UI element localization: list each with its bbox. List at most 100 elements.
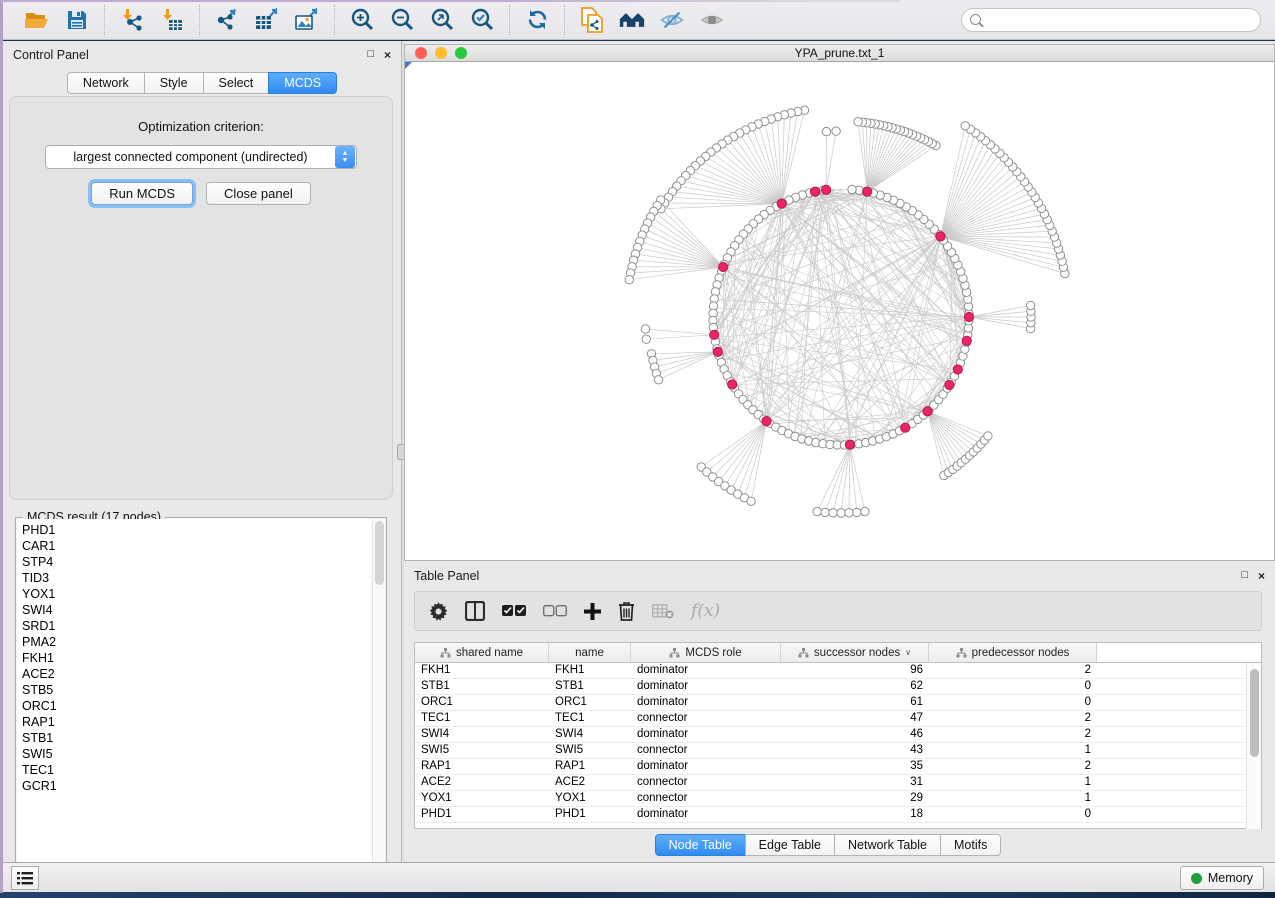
tab-node-table[interactable]: Node Table (655, 834, 746, 856)
table-cell-predecessors[interactable]: 2 (929, 711, 1097, 726)
import-table-icon[interactable] (159, 7, 185, 33)
close-panel-button[interactable]: Close panel (206, 182, 311, 205)
table-cell-shared_name[interactable]: YOX1 (415, 791, 549, 806)
tab-edge-table[interactable]: Edge Table (745, 834, 835, 856)
mcds-result-item[interactable]: SWI4 (22, 602, 372, 618)
table-cell-successors[interactable]: 96 (781, 663, 929, 678)
export-network-icon[interactable] (214, 7, 240, 33)
refresh-icon[interactable] (524, 7, 550, 33)
mcds-result-item[interactable]: TID3 (22, 570, 372, 586)
table-cell-role[interactable]: connector (631, 743, 781, 758)
table-cell-predecessors[interactable]: 1 (929, 775, 1097, 790)
table-cell-successors[interactable]: 18 (781, 807, 929, 822)
create-column-icon[interactable] (584, 603, 601, 620)
table-cell-shared_name[interactable]: STB1 (415, 679, 549, 694)
table-cell-shared_name[interactable]: TEC1 (415, 711, 549, 726)
export-table-icon[interactable] (254, 7, 280, 33)
tab-network[interactable]: Network (67, 72, 145, 94)
column-header-shared-name[interactable]: shared name (415, 643, 549, 662)
tab-style[interactable]: Style (144, 72, 204, 94)
show-columns-icon[interactable] (465, 601, 485, 621)
mcds-result-scrollbar[interactable] (372, 519, 385, 880)
table-cell-name[interactable]: RAP1 (549, 759, 631, 774)
memory-button[interactable]: Memory (1180, 866, 1264, 890)
unselect-all-columns-icon[interactable] (543, 605, 567, 618)
mcds-result-item[interactable]: RAP1 (22, 714, 372, 730)
table-cell-name[interactable]: TEC1 (549, 711, 631, 726)
network-canvas[interactable] (404, 62, 1275, 561)
close-panel-icon[interactable]: × (384, 48, 391, 62)
close-table-panel-icon[interactable]: × (1258, 569, 1265, 583)
network-graph[interactable] (405, 62, 1274, 559)
table-cell-predecessors[interactable]: 0 (929, 695, 1097, 710)
table-cell-name[interactable]: YOX1 (549, 791, 631, 806)
mcds-result-item[interactable]: TEC1 (22, 762, 372, 778)
table-cell-predecessors[interactable]: 0 (929, 679, 1097, 694)
float-panel-icon[interactable]: □ (367, 48, 374, 62)
column-header-name[interactable]: name (549, 643, 631, 662)
export-image-icon[interactable] (294, 7, 320, 33)
table-cell-name[interactable]: PHD1 (549, 807, 631, 822)
table-row[interactable]: SWI5SWI5connector431 (415, 743, 1261, 759)
select-all-columns-icon[interactable] (502, 605, 526, 618)
column-header-successor-nodes[interactable]: successor nodes∨ (781, 643, 929, 662)
zoom-selected-icon[interactable] (469, 7, 495, 33)
table-cell-role[interactable]: connector (631, 791, 781, 806)
table-cell-successors[interactable]: 43 (781, 743, 929, 758)
table-row[interactable]: ORC1ORC1dominator610 (415, 695, 1261, 711)
table-cell-name[interactable]: ORC1 (549, 695, 631, 710)
node-table-scrollbar-thumb[interactable] (1250, 669, 1259, 757)
hide-selected-icon[interactable] (659, 7, 685, 33)
table-row[interactable]: YOX1YOX1connector291 (415, 791, 1261, 807)
table-cell-predecessors[interactable]: 1 (929, 791, 1097, 806)
table-cell-shared_name[interactable]: ORC1 (415, 695, 549, 710)
table-cell-predecessors[interactable]: 2 (929, 663, 1097, 678)
mcds-result-item[interactable]: FKH1 (22, 650, 372, 666)
table-cell-successors[interactable]: 29 (781, 791, 929, 806)
table-row[interactable]: TEC1TEC1connector472 (415, 711, 1261, 727)
table-cell-role[interactable]: dominator (631, 695, 781, 710)
mcds-result-item[interactable]: STB5 (22, 682, 372, 698)
table-cell-role[interactable]: dominator (631, 727, 781, 742)
clone-network-icon[interactable] (579, 7, 605, 33)
zoom-fit-icon[interactable] (429, 7, 455, 33)
save-session-icon[interactable] (64, 7, 90, 33)
first-neighbors-icon[interactable] (619, 7, 645, 33)
zoom-in-icon[interactable] (349, 7, 375, 33)
table-cell-role[interactable]: connector (631, 711, 781, 726)
open-file-icon[interactable] (24, 7, 50, 33)
task-history-button[interactable] (11, 866, 39, 890)
table-cell-shared_name[interactable]: SWI4 (415, 727, 549, 742)
table-cell-shared_name[interactable]: PHD1 (415, 807, 549, 822)
tab-network-table[interactable]: Network Table (834, 834, 941, 856)
delete-column-icon[interactable] (618, 601, 635, 621)
table-cell-successors[interactable]: 62 (781, 679, 929, 694)
table-row[interactable]: SWI4SWI4dominator462 (415, 727, 1261, 743)
mcds-result-item[interactable]: SRD1 (22, 618, 372, 634)
float-table-panel-icon[interactable]: □ (1241, 569, 1248, 583)
optimization-criterion-select[interactable]: largest connected component (undirected)… (45, 145, 357, 169)
table-cell-name[interactable]: FKH1 (549, 663, 631, 678)
table-row[interactable]: PHD1PHD1dominator180 (415, 807, 1261, 823)
mcds-result-item[interactable]: STP4 (22, 554, 372, 570)
table-cell-role[interactable]: dominator (631, 807, 781, 822)
table-cell-predecessors[interactable]: 2 (929, 759, 1097, 774)
table-cell-successors[interactable]: 35 (781, 759, 929, 774)
import-network-icon[interactable] (119, 7, 145, 33)
column-header-MCDS-role[interactable]: MCDS role (631, 643, 781, 662)
tab-mcds[interactable]: MCDS (268, 72, 337, 94)
mcds-result-item[interactable]: PHD1 (22, 522, 372, 538)
table-cell-predecessors[interactable]: 1 (929, 743, 1097, 758)
mcds-scrollbar-thumb[interactable] (375, 521, 384, 585)
table-cell-successors[interactable]: 46 (781, 727, 929, 742)
table-cell-name[interactable]: SWI5 (549, 743, 631, 758)
table-cell-role[interactable]: dominator (631, 679, 781, 694)
table-cell-role[interactable]: dominator (631, 759, 781, 774)
table-cell-shared_name[interactable]: SWI5 (415, 743, 549, 758)
mcds-result-item[interactable]: GCR1 (22, 778, 372, 794)
search-input[interactable] (961, 8, 1261, 32)
tab-motifs[interactable]: Motifs (940, 834, 1001, 856)
table-cell-predecessors[interactable]: 0 (929, 807, 1097, 822)
node-table-scrollbar[interactable] (1246, 663, 1261, 829)
mcds-result-item[interactable]: ACE2 (22, 666, 372, 682)
